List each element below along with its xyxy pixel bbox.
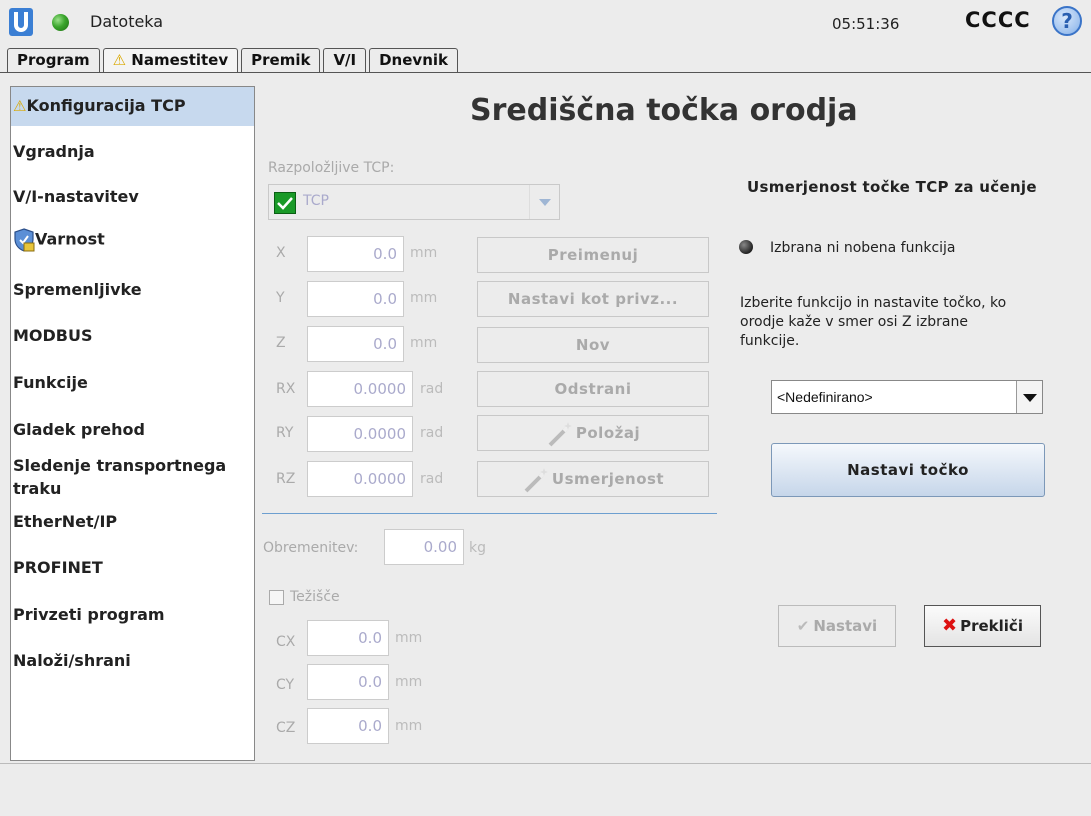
tcp-z-field[interactable]: 0.0 — [307, 326, 404, 362]
coord-label-ry: RY — [276, 425, 294, 441]
coord-label-cz: CZ — [276, 720, 296, 736]
tcp-select-value: TCP — [303, 193, 329, 209]
position-wizard-button[interactable]: Položaj — [477, 415, 709, 451]
tcp-rx-field[interactable]: 0.0000 — [307, 371, 413, 407]
sidebar-item-ethernet-ip[interactable]: EtherNet/IP — [11, 512, 254, 531]
tab-program[interactable]: Program — [7, 48, 100, 72]
unit-label: mm — [395, 718, 423, 734]
warning-icon: ⚠ — [112, 51, 127, 69]
sidebar-item-conveyor-tracking[interactable]: Sledenje transportnega traku — [11, 454, 241, 500]
feature-dropdown-value: <Nedefinirano> — [777, 389, 873, 405]
coord-label-x: X — [276, 245, 286, 261]
sidebar-item-safety[interactable]: Varnost — [11, 228, 254, 252]
new-tcp-button[interactable]: Nov — [477, 327, 709, 363]
rename-button[interactable]: Preimenuj — [477, 237, 709, 273]
sidebar-item-smooth-transition[interactable]: Gladek prehod — [11, 420, 254, 439]
unit-label: mm — [395, 674, 423, 690]
magic-wand-icon — [524, 467, 548, 492]
chevron-down-icon[interactable] — [529, 185, 559, 219]
robot-status-indicator — [52, 14, 69, 31]
sidebar-item-default-program[interactable]: Privzeti program — [11, 605, 254, 624]
shield-icon — [14, 228, 35, 252]
tcp-x-field[interactable]: 0.0 — [307, 236, 404, 272]
robot-name: CCCC — [965, 8, 1031, 32]
footer-divider — [0, 763, 1091, 764]
instructions-line-1: Izberite funkcijo in nastavite točko, ko — [740, 295, 1007, 311]
tcp-flag-icon — [274, 192, 296, 214]
available-tcp-label: Razpoložljive TCP: — [268, 160, 395, 176]
coord-label-z: Z — [276, 335, 286, 351]
unit-label: rad — [420, 425, 444, 441]
page-title: Središčna točka orodja — [470, 93, 858, 128]
clock: 05:51:36 — [832, 15, 900, 33]
sidebar-item-features[interactable]: Funkcije — [11, 373, 254, 392]
remove-button[interactable]: Odstrani — [477, 371, 709, 407]
sidebar-item-tcp-configuration[interactable]: ⚠Konfiguracija TCP — [11, 87, 254, 126]
set-point-button[interactable]: Nastavi točko — [771, 443, 1045, 497]
cog-label: Težišče — [290, 589, 340, 605]
sidebar-item-modbus[interactable]: MODBUS — [11, 326, 254, 345]
sidebar-item-mounting[interactable]: Vgradnja — [11, 142, 254, 161]
cog-cx-field[interactable]: 0.0 — [307, 620, 389, 656]
help-icon[interactable]: ? — [1052, 6, 1082, 36]
payload-field[interactable]: 0.00 — [384, 529, 464, 565]
cog-cy-field[interactable]: 0.0 — [307, 664, 389, 700]
sidebar-item-profinet[interactable]: PROFINET — [11, 558, 254, 577]
tcp-ry-field[interactable]: 0.0000 — [307, 416, 413, 452]
cog-checkbox[interactable] — [269, 590, 284, 605]
tab-divider — [0, 72, 1091, 73]
tab-log[interactable]: Dnevnik — [369, 48, 458, 72]
sidebar-item-io-setup[interactable]: V/I-nastavitev — [11, 187, 254, 206]
tcp-rz-field[interactable]: 0.0000 — [307, 461, 413, 497]
cancel-button[interactable]: ✖ Prekliči — [924, 605, 1041, 647]
sidebar-item-load-save[interactable]: Naloži/shrani — [11, 651, 254, 670]
unit-label: mm — [395, 630, 423, 646]
feature-dropdown[interactable]: <Nedefinirano> — [771, 380, 1043, 414]
unit-label: kg — [469, 540, 486, 556]
cog-cz-field[interactable]: 0.0 — [307, 708, 389, 744]
coord-label-rz: RZ — [276, 471, 296, 487]
unit-label: rad — [420, 381, 444, 397]
installation-sidebar: ⚠Konfiguracija TCP Vgradnja V/I-nastavit… — [10, 86, 255, 761]
tab-move[interactable]: Premik — [241, 48, 321, 72]
teach-orientation-heading: Usmerjenost točke TCP za učenje — [747, 178, 1037, 196]
chevron-down-icon[interactable] — [1016, 381, 1042, 413]
close-icon: ✖ — [942, 615, 958, 636]
main-tabs: Program ⚠ Namestitev Premik V/I Dnevnik — [7, 48, 461, 73]
unit-label: rad — [420, 471, 444, 487]
unit-label: mm — [410, 290, 438, 306]
ur-logo-icon — [9, 8, 33, 36]
top-bar: Datoteka 05:51:36 CCCC ? — [0, 0, 1091, 46]
coord-label-y: Y — [276, 290, 285, 306]
set-default-button[interactable]: Nastavi kot privz... — [477, 281, 709, 317]
payload-label: Obremenitev: — [263, 540, 359, 556]
instructions-line-3: funkcije. — [740, 333, 800, 349]
coord-label-cy: CY — [276, 677, 295, 693]
file-menu[interactable]: Datoteka — [90, 12, 163, 31]
magic-wand-icon — [548, 421, 572, 446]
section-divider — [262, 513, 717, 514]
feature-status-indicator — [739, 240, 753, 254]
selected-feature-text: Izbrana ni nobena funkcija — [770, 240, 956, 256]
unit-label: mm — [410, 335, 438, 351]
tcp-select[interactable]: TCP — [268, 184, 560, 220]
instructions-line-2: orodje kaže v smer osi Z izbrane — [740, 314, 968, 330]
sidebar-item-variables[interactable]: Spremenljivke — [11, 280, 254, 299]
tcp-y-field[interactable]: 0.0 — [307, 281, 404, 317]
tab-io[interactable]: V/I — [323, 48, 367, 72]
warning-icon: ⚠ — [13, 97, 27, 115]
coord-label-rx: RX — [276, 381, 296, 397]
apply-button[interactable]: ✔ Nastavi — [778, 605, 896, 647]
unit-label: mm — [410, 245, 438, 261]
tab-installation[interactable]: ⚠ Namestitev — [102, 48, 239, 73]
orientation-wizard-button[interactable]: Usmerjenost — [477, 461, 709, 497]
coord-label-cx: CX — [276, 634, 296, 650]
checkmark-icon: ✔ — [796, 617, 810, 635]
